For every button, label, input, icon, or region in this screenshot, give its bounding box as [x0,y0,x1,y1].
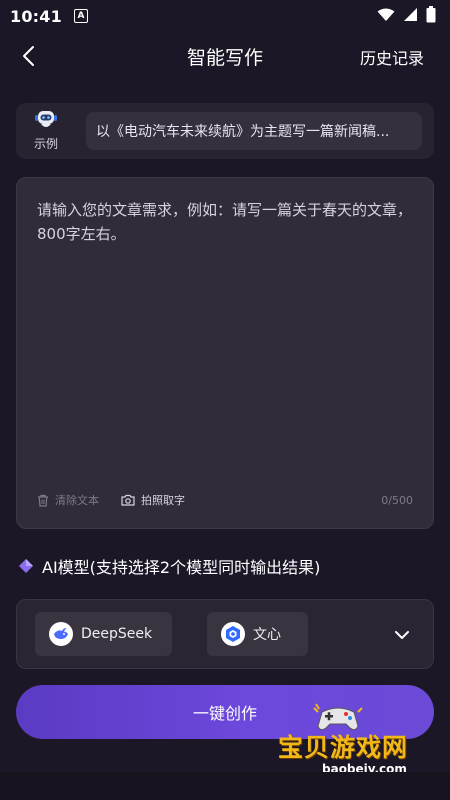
history-button[interactable]: 历史记录 [360,45,424,69]
watermark-title: 宝贝游戏网 [278,733,409,762]
article-requirement-input[interactable] [37,198,417,478]
signal-icon [403,7,418,26]
expand-models-button[interactable] [387,620,417,650]
trash-icon [38,494,48,507]
clear-text-label: 清除文本 [55,494,99,507]
model-chip-deepseek[interactable]: DeepSeek [35,612,172,656]
watermark: 宝贝游戏网 baobeiy.com [274,702,434,782]
status-icons [377,5,436,27]
example-tag: 示例 [16,103,76,159]
editor-footer: 清除文本 拍照取字 0/500 [37,491,413,509]
wenxin-logo-icon [221,622,245,646]
camera-icon [121,494,135,506]
photo-ocr-button[interactable]: 拍照取字 [121,492,185,508]
character-counter: 0/500 [381,493,413,507]
example-prompt[interactable]: 以《电动汽车未来续航》为主题写一篇新闻稿... [86,112,422,150]
notification-a-icon: A [73,9,88,23]
model-heading-text: AI模型(支持选择2个模型同时输出结果) [42,558,321,577]
app-header: 智能写作 历史记录 [0,32,450,80]
chevron-left-icon [23,46,34,66]
model-chip-wenxin[interactable]: 文心 [207,612,308,656]
model-section-heading: AI模型(支持选择2个模型同时输出结果) [18,554,320,578]
deepseek-logo-icon [49,622,73,646]
status-time: 10:41 [10,6,62,26]
robot-icon [33,110,59,134]
example-tag-label: 示例 [33,137,58,151]
example-card: 示例 以《电动汽车未来续航》为主题写一篇新闻稿... [16,103,434,159]
model-chip-deepseek-label: DeepSeek [81,626,153,642]
photo-ocr-label: 拍照取字 [141,494,185,507]
wifi-icon [377,7,395,26]
page-title: 智能写作 [186,46,263,69]
back-button[interactable] [14,42,42,70]
clear-text-button[interactable]: 清除文本 [37,492,99,508]
status-bar: 10:41 A [0,0,450,32]
model-chip-wenxin-label: 文心 [253,627,281,643]
chevron-down-icon [395,631,409,639]
diamond-icon [19,559,33,573]
article-editor: 清除文本 拍照取字 0/500 [16,177,434,529]
model-selector: DeepSeek 文心 [16,599,434,669]
battery-icon [426,5,436,27]
system-nav-bar [0,772,450,800]
